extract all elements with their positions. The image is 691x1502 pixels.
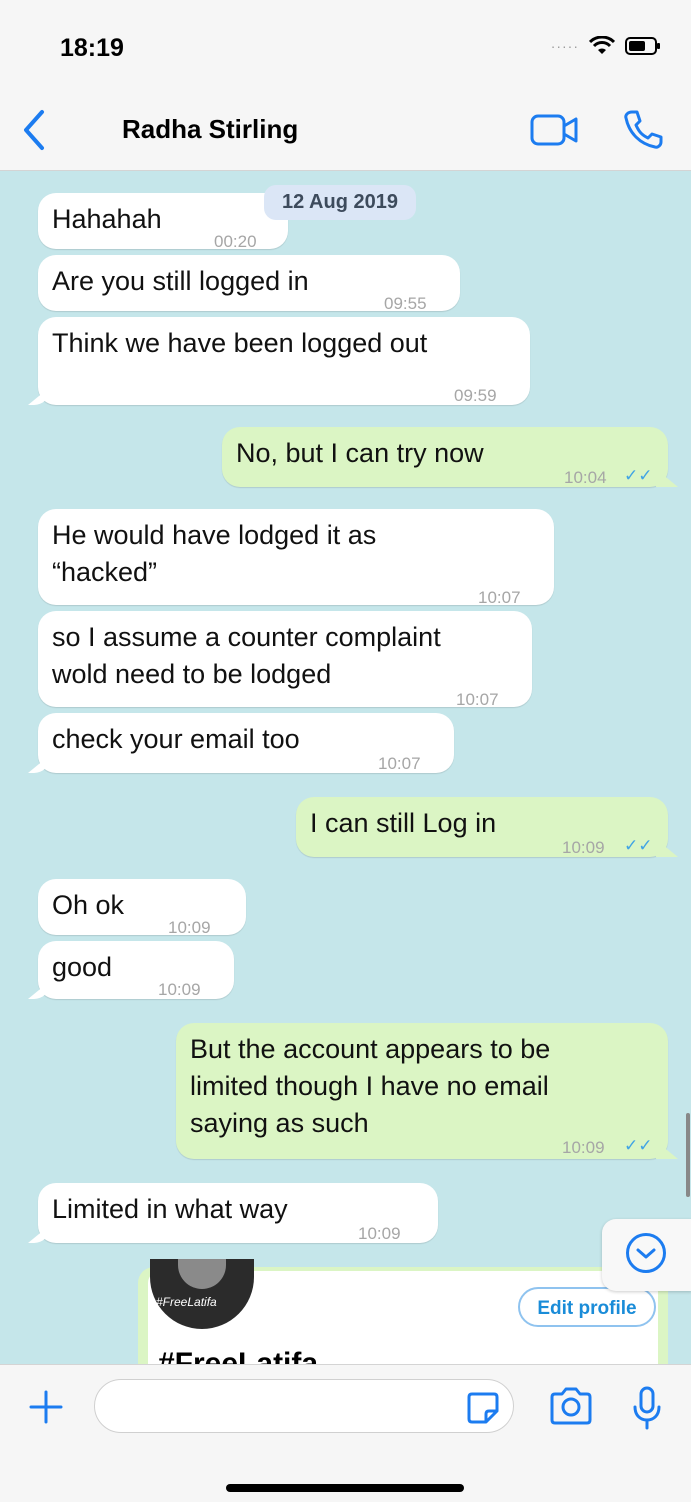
bubble-tail: [656, 469, 678, 487]
message-outgoing[interactable]: But the account appears to be limited th…: [176, 1023, 678, 1159]
camera-icon[interactable]: [548, 1385, 594, 1427]
message-time: 10:09: [358, 1224, 401, 1243]
composer-bar: [0, 1364, 691, 1502]
read-ticks-icon: ✓✓: [624, 1136, 653, 1155]
message-text: But the account appears to be limited th…: [190, 1034, 551, 1138]
chat-area[interactable]: 12 Aug 2019 Hahahah 00:20 Are you still …: [0, 171, 691, 1364]
status-icons: ·····: [551, 36, 661, 56]
microphone-icon[interactable]: [632, 1385, 662, 1431]
message-incoming[interactable]: check your email too 10:07: [28, 713, 454, 773]
chat-header: Radha Stirling: [0, 90, 691, 171]
message-time: 10:09: [158, 980, 201, 999]
status-bar: 18:19 ·····: [0, 0, 691, 90]
message-text: He would have lodged it as “hacked”: [52, 520, 377, 587]
contact-name[interactable]: Radha Stirling: [122, 114, 298, 145]
message-text: check your email too: [52, 724, 300, 754]
message-text: No, but I can try now: [236, 438, 484, 468]
link-preview-card[interactable]: #FreeLatifa Edit profile #FreeLatifa: [148, 1259, 658, 1364]
bubble-tail: [656, 839, 678, 857]
message-time: 09:59: [454, 386, 497, 405]
message-incoming[interactable]: Are you still logged in 09:55: [38, 255, 460, 313]
message-text: Are you still logged in: [52, 266, 309, 296]
preview-title: #FreeLatifa: [158, 1347, 319, 1364]
message-text: Think we have been logged out: [52, 328, 428, 358]
message-input[interactable]: [94, 1379, 514, 1433]
bubble-tail: [656, 1141, 678, 1159]
video-call-icon[interactable]: [530, 112, 580, 148]
read-ticks-icon: ✓✓: [624, 836, 653, 855]
bubble-tail: [28, 755, 50, 773]
bubble-tail: [28, 1225, 50, 1243]
message-incoming[interactable]: He would have lodged it as “hacked” 10:0…: [38, 509, 554, 607]
back-chevron-icon[interactable]: [20, 108, 48, 152]
avatar-face: [178, 1259, 226, 1289]
message-time: 10:09: [562, 838, 605, 857]
message-time: 10:09: [562, 1138, 605, 1157]
battery-icon: [625, 37, 660, 55]
date-label: 12 Aug 2019: [264, 185, 416, 220]
message-outgoing[interactable]: No, but I can try now 10:04 ✓✓: [222, 427, 678, 487]
home-indicator[interactable]: [226, 1484, 464, 1492]
message-incoming[interactable]: Hahahah 00:20: [38, 193, 288, 251]
sticker-icon[interactable]: [466, 1391, 500, 1425]
signal-icon: ·····: [550, 38, 579, 54]
wifi-icon: [589, 36, 615, 54]
message-time: 10:07: [378, 754, 421, 773]
message-outgoing[interactable]: I can still Log in 10:09 ✓✓: [296, 797, 678, 857]
profile-avatar: #FreeLatifa: [150, 1259, 254, 1329]
message-time: 10:04: [564, 468, 607, 487]
message-incoming[interactable]: Limited in what way 10:09: [28, 1183, 438, 1243]
scroll-to-bottom-button[interactable]: [602, 1219, 691, 1291]
message-incoming[interactable]: so I assume a counter complaint wold nee…: [38, 611, 532, 709]
scrollbar[interactable]: [686, 1113, 690, 1197]
message-text: I can still Log in: [310, 808, 497, 838]
bubble-tail: [28, 981, 50, 999]
message-text: so I assume a counter complaint wold nee…: [52, 622, 441, 689]
status-time: 18:19: [60, 34, 124, 62]
message-text: Oh ok: [52, 890, 125, 920]
edit-profile-button[interactable]: Edit profile: [518, 1287, 656, 1327]
read-ticks-icon: ✓✓: [624, 466, 653, 485]
message-text: Hahahah: [52, 204, 162, 234]
bubble-tail: [28, 387, 50, 405]
plus-icon[interactable]: [28, 1389, 64, 1425]
message-incoming[interactable]: Oh ok 10:09: [38, 879, 246, 937]
avatar-hashtag: #FreeLatifa: [156, 1295, 217, 1309]
link-preview-message[interactable]: #FreeLatifa Edit profile #FreeLatifa: [138, 1259, 668, 1364]
scroll-down-icon: [626, 1233, 666, 1273]
message-incoming[interactable]: Think we have been logged out 09:59: [28, 317, 530, 405]
message-incoming[interactable]: good 10:09: [28, 941, 234, 999]
message-time: 10:07: [456, 690, 499, 709]
phone-icon[interactable]: [622, 108, 664, 150]
message-text: Limited in what way: [52, 1194, 288, 1224]
message-text: good: [52, 952, 113, 982]
